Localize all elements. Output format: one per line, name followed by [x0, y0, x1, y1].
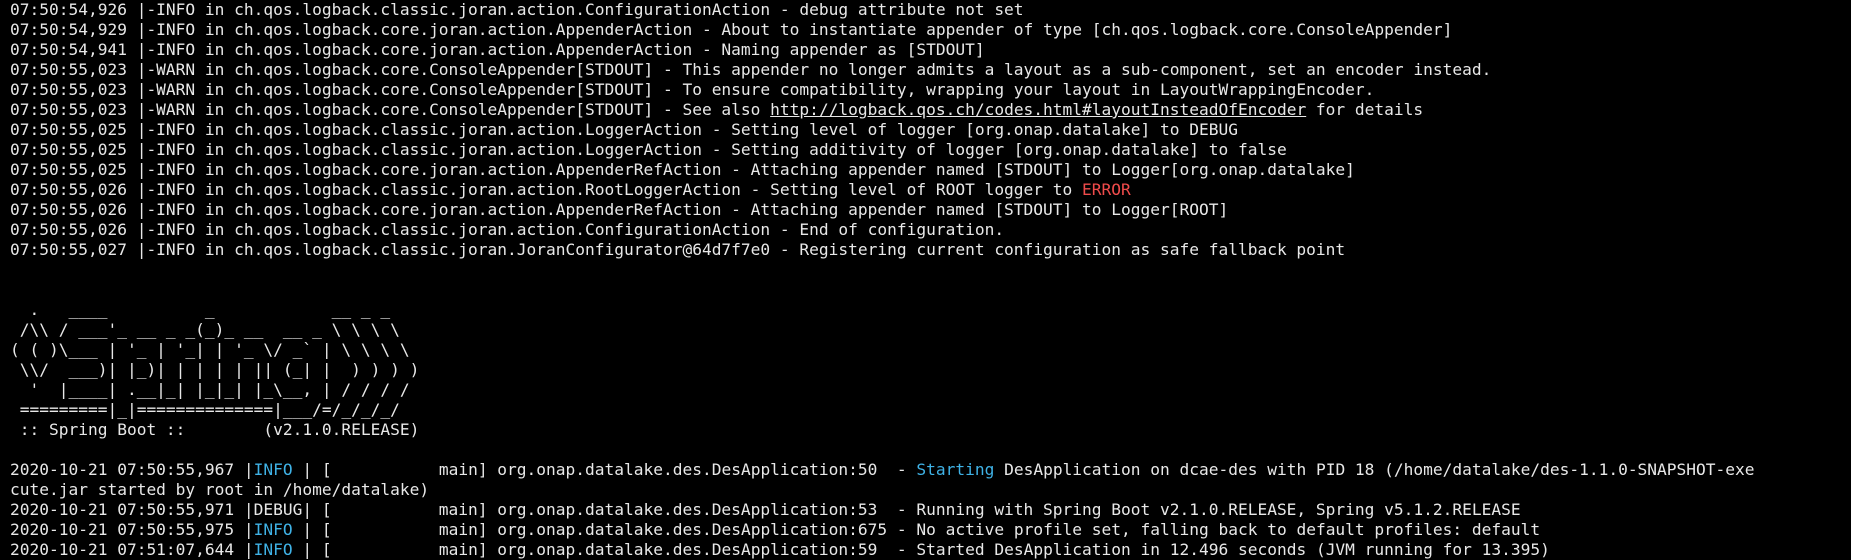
log-line: 07:50:54,941 |-INFO in ch.qos.logback.co…	[10, 40, 985, 59]
log-line: 07:50:54,926 |-INFO in ch.qos.logback.cl…	[10, 0, 1024, 19]
log-line: 07:50:55,025 |-INFO in ch.qos.logback.cl…	[10, 140, 1287, 159]
log-line: 07:50:55,027 |-INFO in ch.qos.logback.cl…	[10, 240, 1346, 259]
spring-banner-line: \\/ ___)| |_)| | | | | || (_| | ) ) ) )	[10, 360, 420, 379]
app-log-line: 2020-10-21 07:50:55,975 |INFO | [ main] …	[10, 520, 1541, 539]
app-log-line: cute.jar started by root in /home/datala…	[10, 480, 430, 499]
app-log-line: 2020-10-21 07:51:07,644 |INFO | [ main] …	[10, 540, 1550, 559]
log-line: 07:50:54,929 |-INFO in ch.qos.logback.co…	[10, 20, 1453, 39]
log-level-info: INFO	[253, 540, 303, 559]
logback-docs-link[interactable]: http://logback.qos.ch/codes.html#layoutI…	[770, 100, 1306, 119]
spring-banner-version: :: Spring Boot :: (v2.1.0.RELEASE)	[10, 420, 420, 439]
log-level-info: INFO	[253, 460, 303, 479]
log-line: 07:50:55,026 |-INFO in ch.qos.logback.co…	[10, 200, 1229, 219]
spring-banner-line: =========|_|==============|___/=/_/_/_/	[10, 400, 400, 419]
log-line: 07:50:55,025 |-INFO in ch.qos.logback.co…	[10, 160, 1355, 179]
terminal-output[interactable]: 07:50:54,926 |-INFO in ch.qos.logback.cl…	[0, 0, 1851, 560]
spring-banner-line: /\\ / ___'_ __ _ _(_)_ __ __ _ \ \ \ \	[10, 320, 400, 339]
log-line: 07:50:55,026 |-INFO in ch.qos.logback.cl…	[10, 220, 1005, 239]
starting-highlight: Starting	[916, 460, 995, 479]
log-line: 07:50:55,025 |-INFO in ch.qos.logback.cl…	[10, 120, 1238, 139]
app-log-line: 2020-10-21 07:50:55,971 |DEBUG| [ main] …	[10, 500, 1521, 519]
spring-banner-line: ' |____| .__|_| |_|_| |_\__, | / / / /	[10, 380, 410, 399]
log-level-info: INFO	[253, 520, 303, 539]
spring-banner-line: . ____ _ __ _ _	[10, 300, 391, 319]
log-line: 07:50:55,023 |-WARN in ch.qos.logback.co…	[10, 100, 1424, 119]
spring-banner-line: ( ( )\___ | '_ | '_| | '_ \/ _` | \ \ \ …	[10, 340, 410, 359]
error-level-text: ERROR	[1082, 180, 1131, 199]
log-line: 07:50:55,023 |-WARN in ch.qos.logback.co…	[10, 60, 1492, 79]
log-line: 07:50:55,026 |-INFO in ch.qos.logback.cl…	[10, 180, 1131, 199]
log-line: 07:50:55,023 |-WARN in ch.qos.logback.co…	[10, 80, 1375, 99]
app-log-line: 2020-10-21 07:50:55,967 |INFO | [ main] …	[10, 460, 1755, 479]
